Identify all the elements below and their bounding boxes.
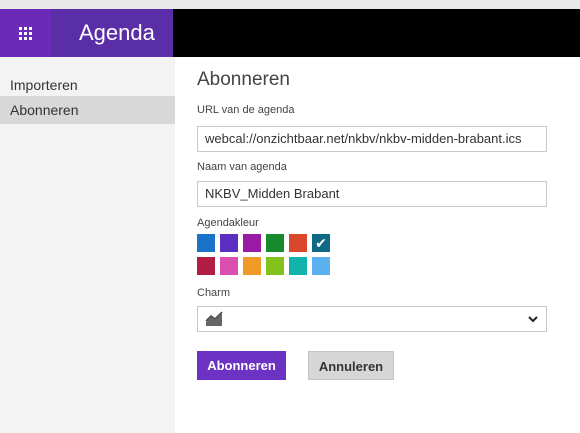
waffle-icon <box>19 26 32 40</box>
color-swatch[interactable] <box>266 257 284 275</box>
color-swatch[interactable] <box>312 257 330 275</box>
color-swatch[interactable] <box>289 234 307 252</box>
color-swatch[interactable] <box>220 257 238 275</box>
color-swatch[interactable] <box>197 234 215 252</box>
name-input[interactable]: NKBV_Midden Brabant <box>197 181 547 207</box>
charm-dropdown[interactable] <box>197 306 547 332</box>
line-chart-icon <box>205 311 223 326</box>
app-title[interactable]: Agenda <box>51 9 173 57</box>
color-swatch[interactable] <box>197 257 215 275</box>
color-swatch[interactable] <box>289 257 307 275</box>
color-swatch[interactable] <box>266 234 284 252</box>
color-swatch[interactable] <box>243 257 261 275</box>
window-top-strip <box>0 0 580 9</box>
url-input[interactable]: webcal://onzichtbaar.net/nkbv/nkbv-midde… <box>197 126 547 152</box>
page-title: Abonneren <box>197 69 290 90</box>
name-label: Naam van agenda <box>197 161 287 173</box>
subscribe-button[interactable]: Abonneren <box>197 351 286 380</box>
sidebar-item-importeren[interactable]: Importeren <box>0 71 175 99</box>
sidebar: Importeren Abonneren <box>0 57 175 433</box>
color-swatch[interactable]: ✔ <box>312 234 330 252</box>
app-launcher-button[interactable] <box>0 9 51 57</box>
color-swatch[interactable] <box>220 234 238 252</box>
cancel-button[interactable]: Annuleren <box>308 351 394 380</box>
color-swatch[interactable] <box>243 234 261 252</box>
charm-label: Charm <box>197 287 231 299</box>
checkmark-icon: ✔ <box>315 235 327 251</box>
chevron-down-icon <box>528 316 538 323</box>
url-label: URL van de agenda <box>197 104 295 116</box>
color-label: Agendakleur <box>197 217 259 229</box>
sidebar-item-abonneren[interactable]: Abonneren <box>0 96 175 124</box>
